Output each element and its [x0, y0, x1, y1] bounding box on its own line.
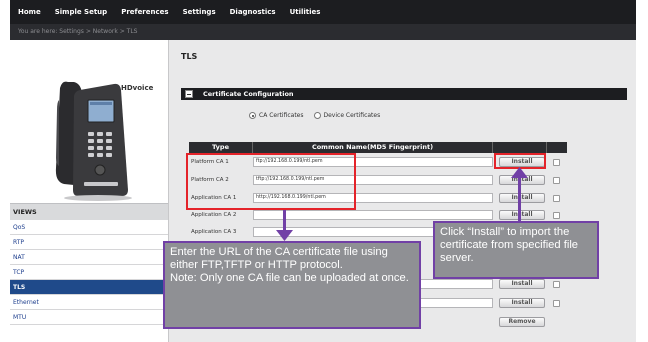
phone-image: HDvoice: [10, 40, 168, 203]
table-row: Application CA 2 Install: [189, 209, 560, 221]
install-button[interactable]: Install: [499, 210, 545, 220]
column-header-common-name: Common Name(MD5 Fingerprint): [253, 142, 493, 153]
sidebar-item-tls[interactable]: TLS: [10, 280, 168, 295]
remove-button[interactable]: Remove: [499, 317, 545, 327]
nav-utilities[interactable]: Utilities: [290, 8, 321, 16]
views-list: QoS RTP NAT TCP TLS Ethernet MTU: [10, 220, 168, 325]
sidebar-item-ethernet[interactable]: Ethernet: [10, 295, 168, 310]
select-checkbox[interactable]: [553, 211, 560, 219]
sidebar-item-mtu[interactable]: MTU: [10, 310, 168, 325]
sidebar-item-rtp[interactable]: RTP: [10, 235, 168, 250]
url-instruction-text: Enter the URL of the CA certificate file…: [170, 246, 409, 284]
install-button[interactable]: Install: [499, 298, 545, 308]
select-checkbox[interactable]: [553, 299, 560, 307]
select-checkbox[interactable]: [553, 194, 560, 202]
collapse-icon[interactable]: [185, 90, 193, 98]
nav-settings[interactable]: Settings: [183, 8, 216, 16]
url-highlight-box: [186, 153, 356, 210]
sidebar-item-tcp[interactable]: TCP: [10, 265, 168, 280]
sidebar-item-qos[interactable]: QoS: [10, 220, 168, 235]
section-header[interactable]: Certificate Configuration: [181, 88, 627, 100]
device-certificates-radio[interactable]: [313, 112, 321, 119]
cert-url-input[interactable]: [253, 210, 493, 220]
install-instruction-callout: Click “Install” to import the certificat…: [433, 221, 599, 279]
page-title: TLS: [181, 52, 198, 61]
left-column: HDvoice VIEWS QoS RTP NAT TCP TLS Ethern…: [10, 40, 168, 342]
column-header-select: [547, 142, 567, 153]
desk-phone-icon: [55, 81, 132, 201]
select-checkbox[interactable]: [553, 176, 560, 184]
select-checkbox[interactable]: [553, 158, 560, 166]
ca-certificates-radio[interactable]: [249, 112, 256, 119]
ca-certificates-label: CA Certificates: [259, 112, 304, 119]
url-instruction-callout: Enter the URL of the CA certificate file…: [163, 241, 421, 329]
hdvoice-logo: HDvoice: [121, 84, 154, 92]
arrow-up-icon: [511, 167, 528, 178]
sidebar-item-nat[interactable]: NAT: [10, 250, 168, 265]
device-certificates-label: Device Certificates: [323, 112, 381, 119]
cert-type-label: Application CA 3: [191, 229, 237, 235]
cert-type-label: Application CA 2: [191, 212, 237, 218]
nav-preferences[interactable]: Preferences: [121, 8, 168, 16]
breadcrumb: You are here: Settings > Network > TLS: [10, 24, 636, 40]
arrow-to-install: [518, 173, 521, 221]
nav-diagnostics[interactable]: Diagnostics: [230, 8, 276, 16]
views-heading: VIEWS: [10, 203, 168, 220]
install-button[interactable]: Install: [499, 193, 545, 203]
column-header-type: Type: [189, 142, 253, 153]
select-checkbox[interactable]: [553, 280, 560, 288]
top-navigation: Home Simple Setup Preferences Settings D…: [10, 0, 636, 24]
screenshot-frame: Home Simple Setup Preferences Settings D…: [0, 0, 648, 342]
column-header-action: [493, 142, 547, 153]
install-button[interactable]: Install: [499, 279, 545, 289]
install-instruction-text: Click “Install” to import the certificat…: [440, 226, 579, 264]
nav-simple-setup[interactable]: Simple Setup: [55, 8, 107, 16]
certificate-type-radios: CA Certificates Device Certificates: [249, 112, 390, 119]
nav-home[interactable]: Home: [18, 8, 41, 16]
table-header: Type Common Name(MD5 Fingerprint): [189, 142, 567, 153]
section-title: Certificate Configuration: [203, 90, 294, 98]
